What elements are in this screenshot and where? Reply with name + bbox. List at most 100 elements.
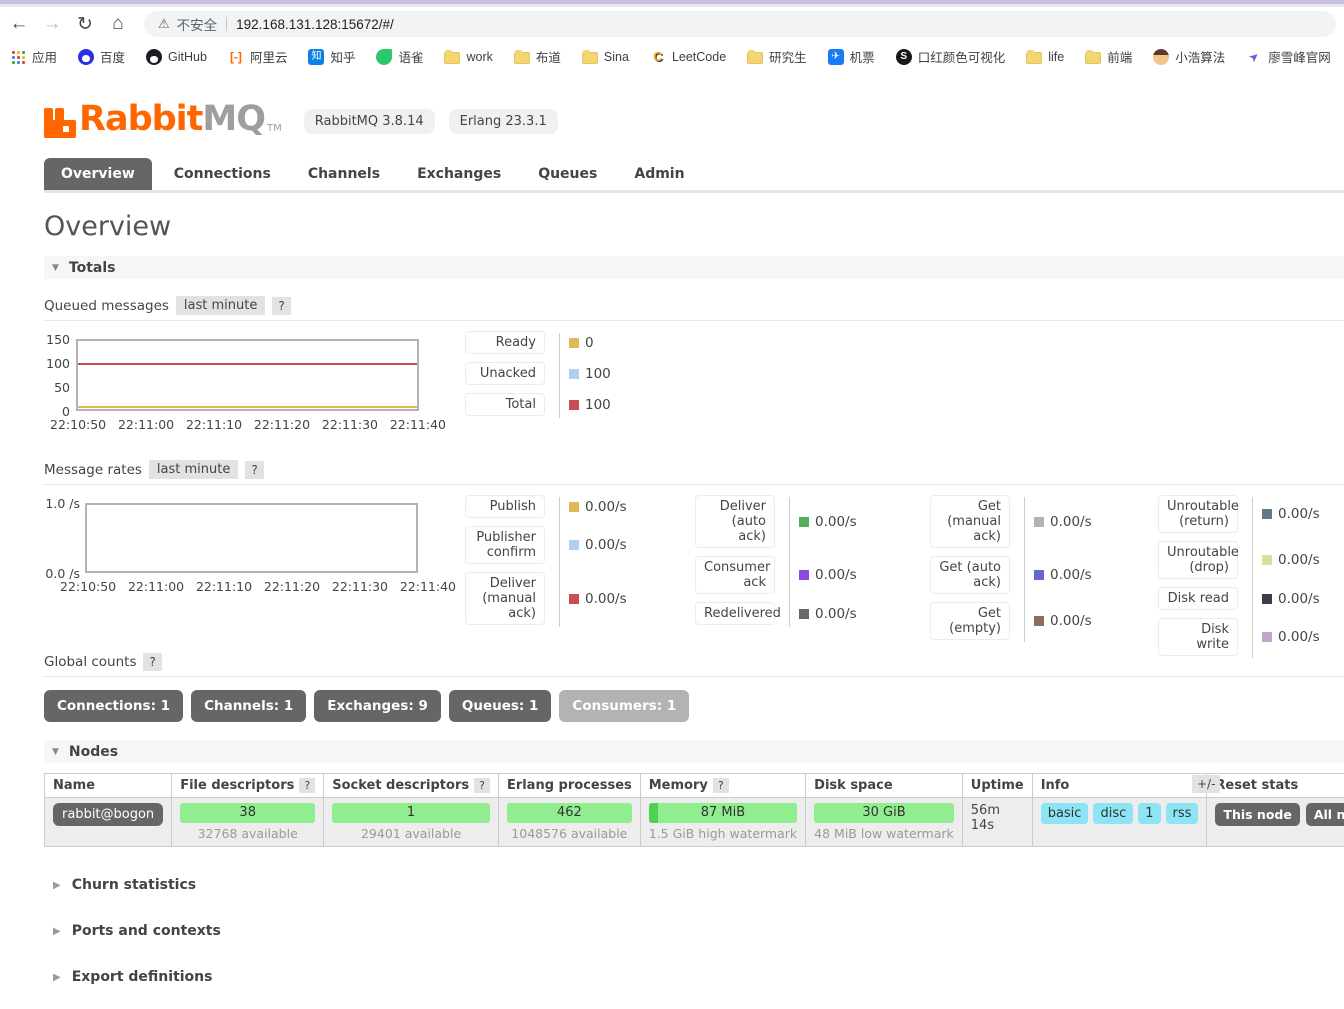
redelivered-rate: 0.00/s [815,605,857,622]
section-ports-and-contexts[interactable]: ▶ Ports and contexts [44,923,1344,939]
info-badge-disc[interactable]: disc [1093,803,1134,824]
bookmark-item-liaoxuefeng[interactable]: ➤ 廖雪峰官网 [1246,47,1331,66]
legend-publish[interactable]: Publish [465,495,545,518]
legend-unacked[interactable]: Unacked [465,362,545,385]
bookmark-item-budao[interactable]: 布道 [513,47,561,66]
section-churn-statistics[interactable]: ▶ Churn statistics [44,877,1344,893]
queued-range-select[interactable]: last minute [175,296,266,315]
channels-count-button[interactable]: Channels: 1 [191,690,307,722]
main-tabs: Overview Connections Channels Exchanges … [44,158,1344,193]
baidu-icon [78,48,95,65]
bookmark-item-leetcode[interactable]: C LeetCode [650,49,726,65]
global-counts-help-button[interactable]: ? [143,653,162,671]
global-counts-block: Global counts ? Connections: 1 Channels:… [44,653,1344,722]
bookmark-item-yuque[interactable]: 语雀 [376,47,423,66]
memory-used-fill [648,803,658,823]
nodes-table: Name File descriptors? Socket descriptor… [43,773,1344,847]
section-nodes[interactable]: ▼ Nodes [44,740,1344,763]
bookmark-item-sina[interactable]: Sina [581,49,629,64]
connections-count-button[interactable]: Connections: 1 [44,690,184,722]
bookmark-item-life[interactable]: life [1026,49,1064,64]
rabbitmq-logo-icon[interactable] [44,108,76,138]
bookmark-item-aliyun[interactable]: [-] 阿里云 [228,47,288,66]
legend-get-manual-ack[interactable]: Get (manual ack) [930,495,1010,548]
bookmark-item-apps[interactable]: 应用 [10,47,57,66]
tab-connections[interactable]: Connections [174,158,271,190]
legend-unroutable-return[interactable]: Unroutable (return) [1158,495,1239,533]
get-empty-rate: 0.00/s [1050,613,1092,629]
queued-help-button[interactable]: ? [272,296,291,315]
erlang-available: 1048576 available [511,826,628,841]
fd-help-button[interactable]: ? [299,778,316,793]
legend-get-empty[interactable]: Get (empty) [930,602,1010,640]
not-secure-warning-icon[interactable]: ⚠ [158,16,170,32]
info-badge-basic[interactable]: basic [1040,803,1089,824]
legend-consumer-ack[interactable]: Consumer ack [695,556,775,594]
brand-rabbit[interactable]: Rabbit [79,100,203,138]
rates-help-button[interactable]: ? [245,460,264,479]
x-tick: 22:10:50 [50,417,107,432]
info-badge-1[interactable]: 1 [1138,803,1161,824]
tab-admin[interactable]: Admin [634,158,684,190]
legend-deliver-auto-ack[interactable]: Deliver (auto ack) [695,495,775,548]
brand-mq[interactable]: MQ [202,100,266,138]
legend-total[interactable]: Total [465,393,545,416]
consumers-count-button[interactable]: Consumers: 1 [559,690,690,722]
nodes-table-wrap: Name File descriptors? Socket descriptor… [43,773,1344,847]
bookmark-item-yanjiusheng[interactable]: 研究生 [747,47,807,66]
address-bar[interactable]: ⚠ 不安全 192.168.131.128:15672/#/ [144,11,1336,37]
y-tick: 100 [46,356,70,371]
bookmark-item-xiaohao[interactable]: 小浩算法 [1153,47,1225,66]
node-name-badge[interactable]: rabbit@bogon [53,803,164,826]
reset-this-node-button[interactable]: This node [1215,803,1300,826]
apps-grid-icon [10,49,26,65]
bookmark-item-github[interactable]: GitHub [146,48,207,65]
tab-channels[interactable]: Channels [308,158,380,190]
tab-overview[interactable]: Overview [44,158,152,190]
bookmark-item-qianduan[interactable]: 前端 [1085,47,1132,66]
url-text[interactable]: 192.168.131.128:15672/#/ [236,17,394,32]
section-export-definitions[interactable]: ▶ Export definitions [44,969,1344,985]
reload-icon[interactable]: ↻ [72,13,98,36]
folder-icon [1026,50,1043,64]
columns-plus-minus-button[interactable]: +/- [1192,775,1221,793]
legend-unroutable-drop[interactable]: Unroutable (drop) [1158,541,1239,579]
get-auto-ack-rate: 0.00/s [1050,567,1092,583]
x-tick: 22:11:30 [331,579,389,594]
bookmark-item-jipiao[interactable]: ✈ 机票 [827,47,875,66]
info-badge-rss[interactable]: rss [1165,803,1199,824]
legend-disk-read[interactable]: Disk read [1158,587,1238,610]
rates-range-select[interactable]: last minute [148,460,239,479]
socket-usage-bar: 1 [332,803,490,823]
bookmark-item-baidu[interactable]: 百度 [78,47,125,66]
tab-queues[interactable]: Queues [538,158,597,190]
bookmark-label: 应用 [32,51,58,65]
flight-ticket-icon: ✈ [827,48,844,65]
back-icon[interactable]: ← [6,13,32,35]
legend-publisher-confirm[interactable]: Publisher confirm [465,526,545,564]
exchanges-count-button[interactable]: Exchanges: 9 [314,690,441,722]
bookmark-item-zhihu[interactable]: 知 知乎 [308,47,355,66]
section-totals[interactable]: ▼ Totals [44,256,1344,279]
y-tick: 150 [46,332,70,347]
legend-deliver-manual-ack[interactable]: Deliver (manual ack) [465,572,545,625]
tab-exchanges[interactable]: Exchanges [417,158,501,190]
socket-help-button[interactable]: ? [474,778,490,793]
legend-ready[interactable]: Ready [465,331,545,354]
legend-get-auto-ack[interactable]: Get (auto ack) [930,556,1010,594]
ready-value: 0 [585,334,594,351]
forward-icon[interactable]: → [39,13,65,35]
message-rates-chart: 1.0 /s 0.0 /s 22:10:50 22:11:00 22:11:10… [44,485,1344,658]
memory-help-button[interactable]: ? [712,778,729,793]
publisher-confirm-swatch [569,540,579,550]
legend-disk-write[interactable]: Disk write [1158,618,1238,656]
reset-all-nodes-button[interactable]: All nodes [1305,803,1344,826]
home-icon[interactable]: ⌂ [105,13,131,35]
queues-count-button[interactable]: Queues: 1 [448,690,552,722]
legend-redelivered[interactable]: Redelivered [695,602,781,625]
bookmark-item-lipstick[interactable]: S 口红颜色可视化 [895,47,1005,66]
queued-legend: Ready 0 Unacked 100 Total 100 [465,331,611,424]
bookmark-item-work[interactable]: work [444,49,493,64]
chevron-down-icon: ▼ [52,262,59,273]
uptime-cell: 56m 14s [961,797,1033,847]
